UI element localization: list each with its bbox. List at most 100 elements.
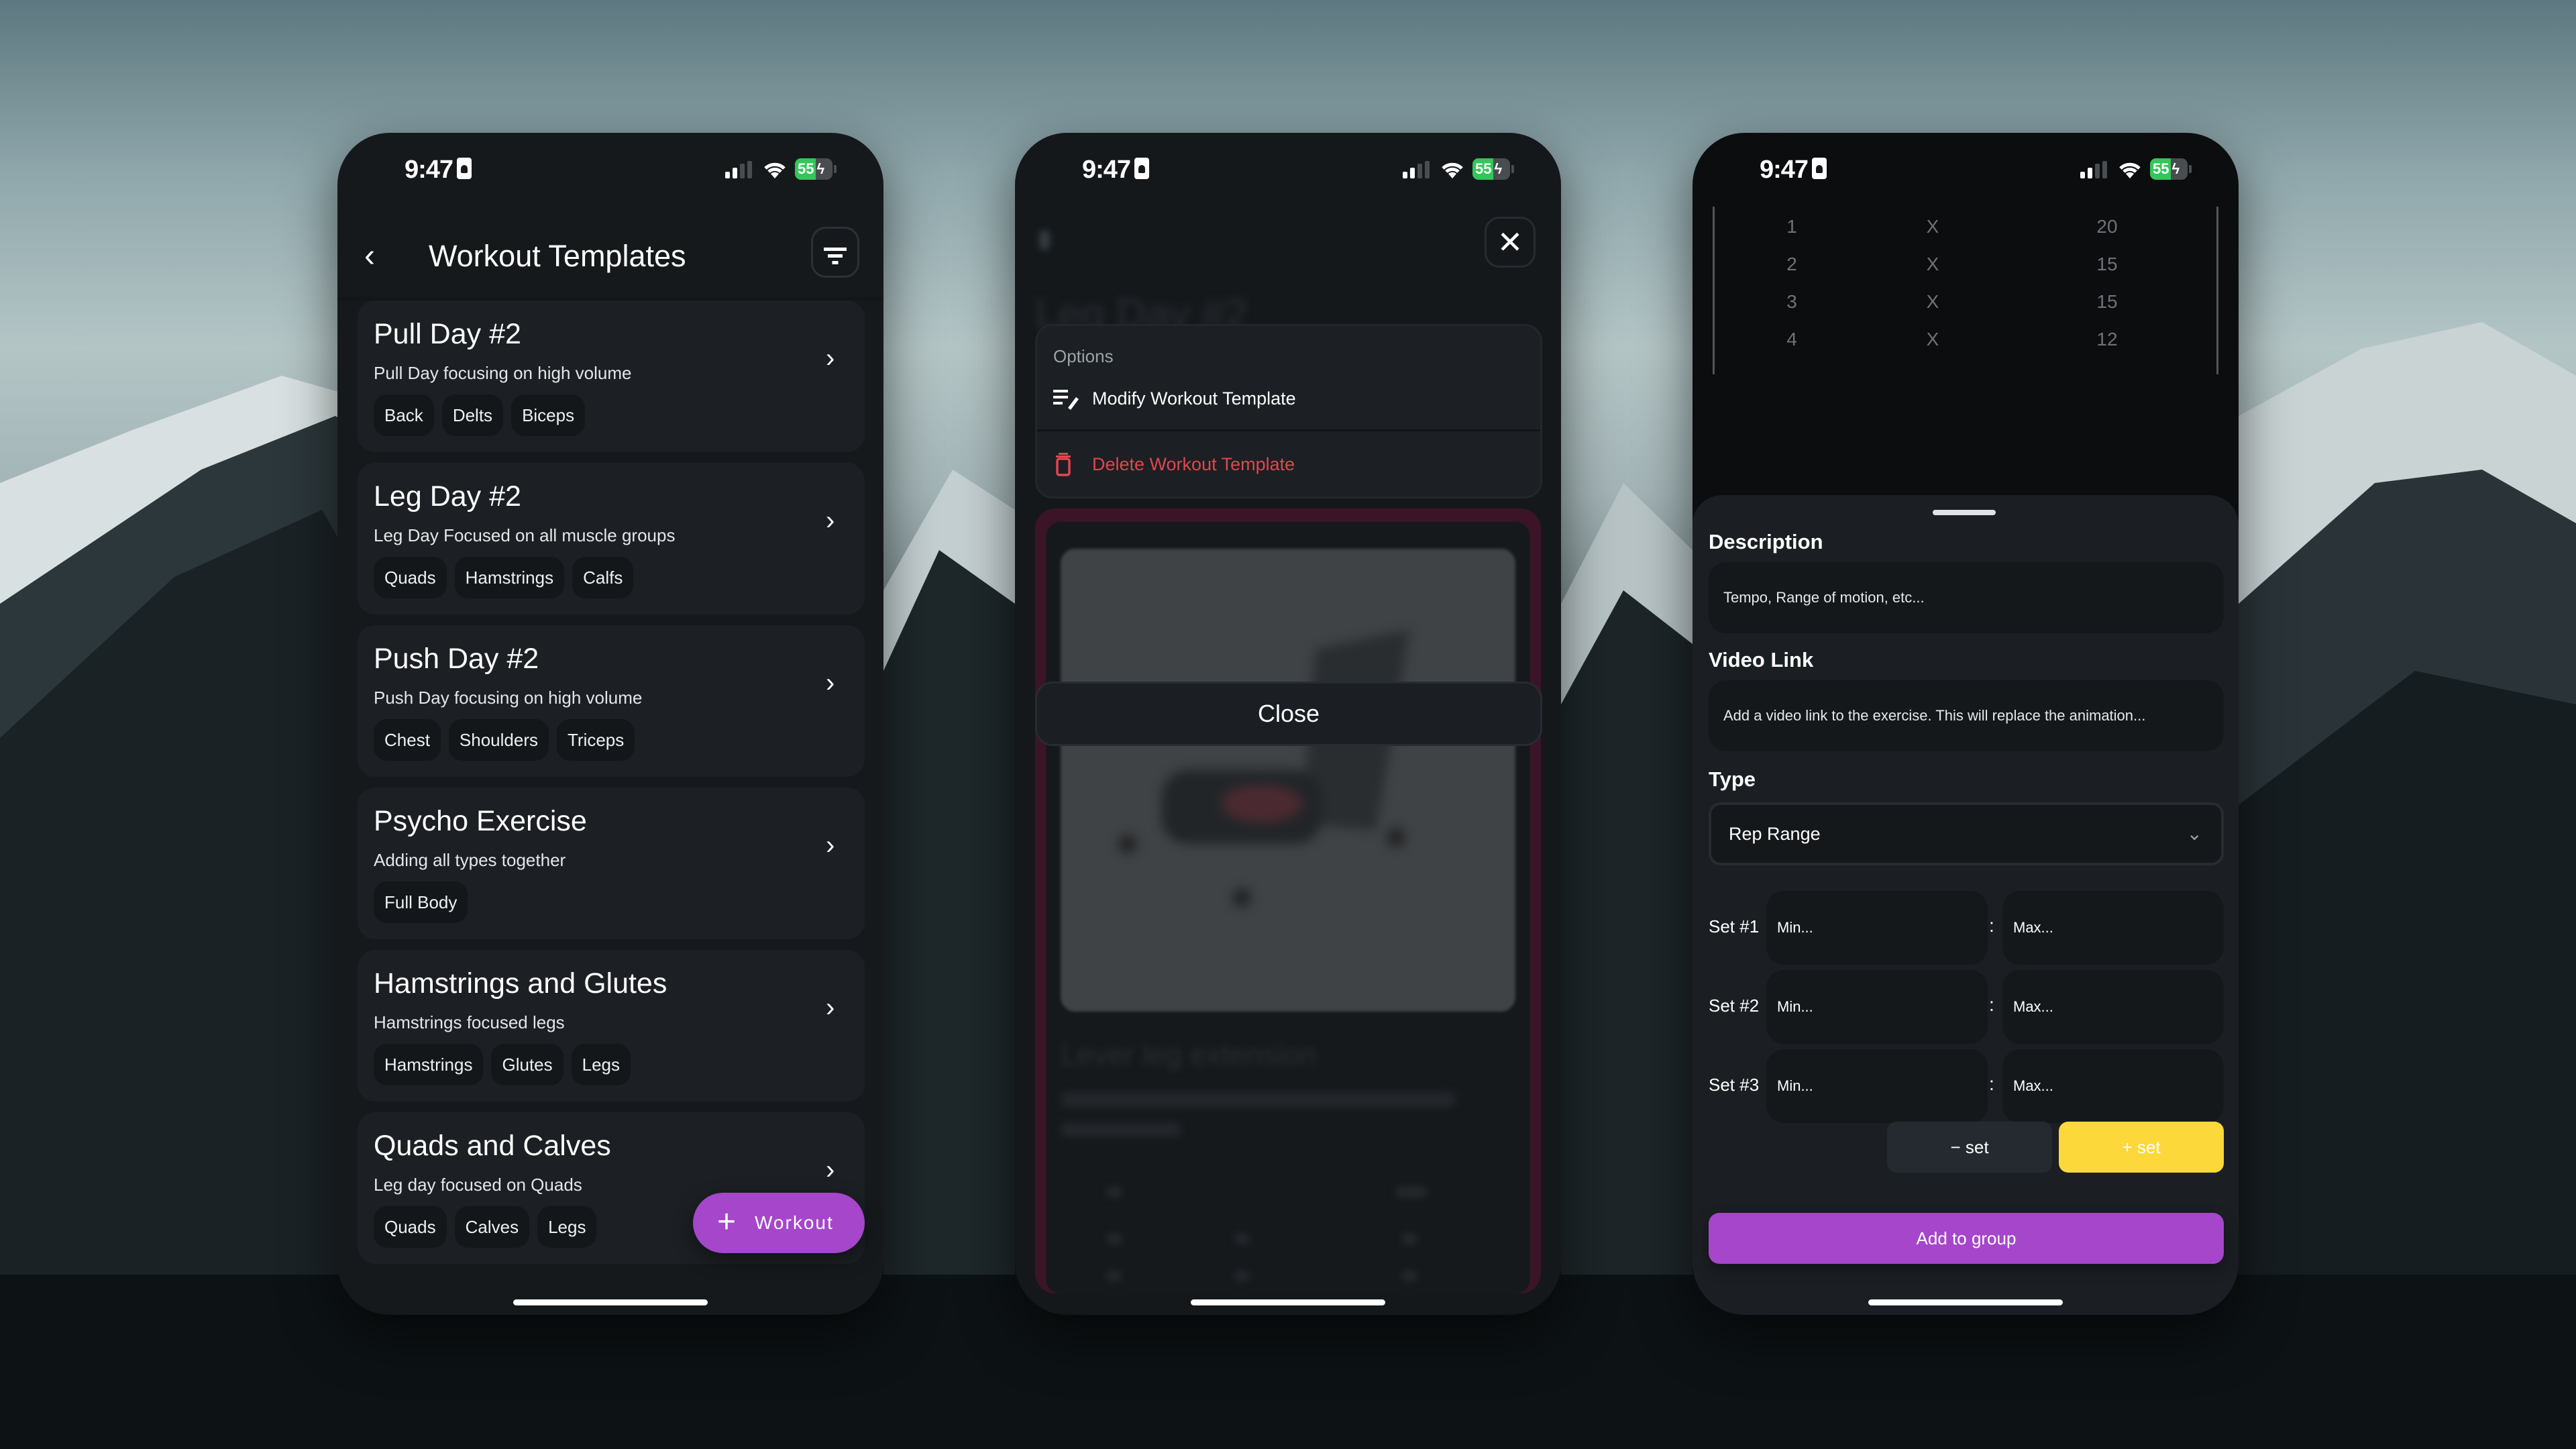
type-selected-value: Rep Range: [1729, 824, 1821, 844]
range-separator: :: [1989, 994, 1994, 1015]
template-description: Hamstrings focused legs: [374, 1012, 565, 1032]
add-set-button[interactable]: + set: [2059, 1122, 2224, 1173]
type-select[interactable]: Rep Range ⌄: [1709, 802, 2224, 865]
divider: [1037, 429, 1540, 431]
times-symbol: X: [1926, 291, 1939, 312]
max-reps-input[interactable]: Max...: [2002, 1049, 2224, 1123]
muscle-tag: Delts: [441, 394, 504, 436]
template-title: Pull Day #2: [374, 318, 521, 350]
max-reps-input[interactable]: Max...: [2002, 970, 2224, 1044]
filter-button[interactable]: [811, 227, 859, 278]
template-description: Leg Day Focused on all muscle groups: [374, 525, 676, 545]
wifi-icon: [2119, 162, 2141, 178]
muscle-tag: Legs: [571, 1044, 631, 1085]
modify-template-option[interactable]: Modify Workout Template: [1037, 366, 1540, 431]
video-link-label: Video Link: [1709, 648, 1814, 672]
back-button[interactable]: ‹: [364, 236, 388, 276]
battery-icon: 55 ϟ: [795, 158, 833, 180]
set-range-row: Set #1 Min...: Max...: [1693, 891, 2239, 965]
description-label: Description: [1709, 530, 1823, 553]
template-card[interactable]: Leg Day #2 Leg Day Focused on all muscle …: [358, 463, 865, 614]
set-number: 4: [1786, 329, 1797, 350]
sheet-drag-handle[interactable]: [1933, 510, 1996, 515]
max-reps-input[interactable]: Max...: [2002, 891, 2224, 965]
muscle-tag: Hamstrings: [374, 1044, 484, 1085]
tag-list: Chest Shoulders Triceps: [374, 719, 635, 761]
template-title: Psycho Exercise: [374, 805, 587, 837]
range-separator: :: [1989, 915, 1994, 936]
exercise-animation: [1061, 549, 1515, 1012]
muscle-tag: Triceps: [557, 719, 635, 761]
battery-nub: [1511, 165, 1514, 173]
blurred-table-cell: [1234, 1270, 1250, 1282]
phone-exercise-editor: 9:47 55 ϟ 1 X 20 2 X 15 3 X 15 4 X 12 Description Te…: [1693, 133, 2239, 1315]
muscle-tag: Calfs: [572, 557, 634, 598]
options-header: Options: [1053, 346, 1114, 366]
set-label: Set #3: [1709, 1075, 1760, 1095]
delete-template-option[interactable]: Delete Workout Template: [1037, 432, 1540, 496]
blurred-table-cell: [1234, 1233, 1250, 1245]
chevron-right-icon: ›: [826, 830, 835, 860]
add-workout-button[interactable]: + Workout: [693, 1193, 865, 1253]
close-button[interactable]: Close: [1035, 682, 1542, 746]
template-card[interactable]: Hamstrings and Glutes Hamstrings focused …: [358, 950, 865, 1102]
contact-badge-icon: [1812, 158, 1827, 179]
exercise-bottom-sheet: Description Tempo, Range of motion, etc.…: [1693, 495, 2239, 1315]
phone-workout-templates: 9:47 55 ϟ ‹ Workout Templates Pull Day #2…: [337, 133, 883, 1315]
tag-list: Quads Calves Legs: [374, 1206, 597, 1248]
template-description: Adding all types together: [374, 850, 566, 870]
plus-icon: +: [717, 1204, 738, 1240]
battery-nub: [834, 165, 837, 173]
remove-set-button[interactable]: − set: [1887, 1122, 2052, 1173]
muscle-tag: Biceps: [511, 394, 586, 436]
muscle-tag: Hamstrings: [454, 557, 565, 598]
page-title: Workout Templates: [429, 239, 686, 273]
blurred-description-line: [1061, 1092, 1456, 1107]
add-workout-label: Workout: [755, 1212, 834, 1233]
min-reps-input[interactable]: Min...: [1766, 891, 1988, 965]
home-indicator[interactable]: [513, 1299, 708, 1305]
template-title: Hamstrings and Glutes: [374, 967, 667, 1000]
template-title: Leg Day #2: [374, 480, 521, 513]
blurred-table-cell: [1401, 1270, 1417, 1282]
muscle-tag: Quads: [374, 557, 447, 598]
range-separator: :: [1989, 1073, 1994, 1094]
status-bar: 9:47 55 ϟ: [337, 133, 883, 213]
contact-badge-icon: [1134, 158, 1150, 179]
blurred-table-header: [1395, 1186, 1428, 1198]
description-field[interactable]: Tempo, Range of motion, etc...: [1709, 562, 2224, 633]
video-link-field[interactable]: Add a video link to the exercise. This w…: [1709, 680, 2224, 751]
min-reps-input[interactable]: Min...: [1766, 1049, 1988, 1123]
template-card[interactable]: Pull Day #2 Pull Day focusing on high vol…: [358, 301, 865, 452]
rep-count: 20: [2096, 216, 2118, 237]
min-reps-input[interactable]: Min...: [1766, 970, 1988, 1044]
type-label: Type: [1709, 767, 1756, 791]
blurred-table-cell: [1401, 1233, 1417, 1245]
status-bar: 9:47 55 ϟ: [1693, 133, 2239, 213]
status-time: 9:47: [1760, 156, 1827, 184]
rep-count: 15: [2096, 254, 2118, 274]
times-symbol: X: [1926, 216, 1939, 237]
wifi-icon: [764, 162, 786, 178]
set-range-row: Set #2 Min...: Max...: [1693, 970, 2239, 1044]
modify-template-label: Modify Workout Template: [1092, 388, 1296, 409]
close-icon-button[interactable]: ✕: [1485, 217, 1536, 268]
set-number: 3: [1786, 291, 1797, 312]
chevron-right-icon: ›: [826, 343, 835, 373]
template-description: Push Day focusing on high volume: [374, 688, 643, 708]
times-symbol: X: [1926, 329, 1939, 350]
sets-table: 1 X 20 2 X 15 3 X 15 4 X 12: [1713, 207, 2218, 374]
template-card[interactable]: Push Day #2 Push Day focusing on high vol…: [358, 625, 865, 777]
home-indicator[interactable]: [1191, 1299, 1385, 1305]
muscle-tag: Full Body: [374, 881, 468, 923]
chevron-left-icon: ‹: [364, 238, 375, 274]
template-card[interactable]: Psycho Exercise Adding all types together…: [358, 788, 865, 939]
home-indicator[interactable]: [1868, 1299, 2063, 1305]
muscle-tag: Calves: [454, 1206, 530, 1248]
sets-table-row: 3 X 15: [1715, 282, 2216, 319]
muscle-tag: Back: [374, 394, 434, 436]
muscle-tag: Shoulders: [448, 719, 549, 761]
add-to-group-button[interactable]: Add to group: [1709, 1213, 2224, 1264]
edit-list-icon: [1053, 390, 1079, 410]
tag-list: Full Body: [374, 881, 468, 923]
